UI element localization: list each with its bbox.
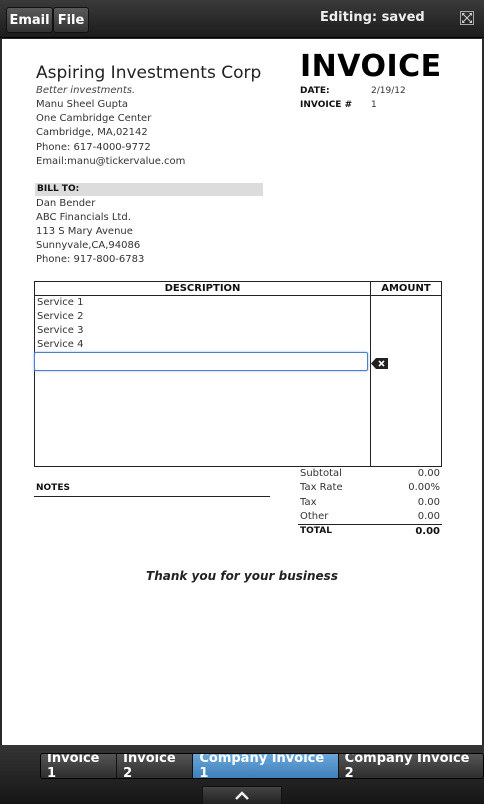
file-button[interactable]: File: [53, 7, 89, 33]
tax-rate-value[interactable]: 0.00%: [372, 482, 440, 493]
tax-value: 0.00: [417, 497, 440, 508]
expand-icon[interactable]: [460, 11, 474, 25]
description-header: DESCRIPTION: [35, 282, 370, 296]
bill-to-city[interactable]: Sunnyvale,CA,94086: [36, 240, 140, 251]
company-city[interactable]: Cambridge, MA,02142: [36, 127, 148, 138]
company-contact[interactable]: Manu Sheel Gupta: [36, 99, 128, 110]
bill-to-company[interactable]: ABC Financials Ltd.: [36, 212, 131, 223]
company-email[interactable]: Email:manu@tickervalue.com: [36, 156, 185, 167]
subtotal-label: Subtotal: [300, 468, 342, 479]
bill-to-label: BILL TO:: [35, 183, 263, 196]
table-row[interactable]: Service 3: [37, 325, 84, 336]
tab-invoice-1[interactable]: Invoice 1: [41, 754, 118, 778]
company-street[interactable]: One Cambridge Center: [36, 113, 151, 124]
drawer-handle[interactable]: [202, 786, 282, 804]
bill-to-name[interactable]: Dan Bender: [36, 198, 95, 209]
tax-label: Tax: [300, 497, 317, 508]
column-divider: [370, 296, 371, 466]
table-row[interactable]: Service 1: [37, 297, 84, 308]
table-row[interactable]: Service 2: [37, 311, 84, 322]
other-value[interactable]: 0.00: [372, 511, 440, 522]
company-name[interactable]: Aspiring Investments Corp: [36, 63, 261, 83]
delete-icon[interactable]: [371, 357, 389, 370]
tab-company-invoice-2[interactable]: Company Invoice 2: [338, 754, 483, 778]
top-toolbar: Email File Editing: saved: [0, 0, 484, 38]
bill-to-phone[interactable]: Phone: 917-800-6783: [36, 254, 144, 265]
invoice-title: INVOICE: [300, 49, 442, 84]
notes-label: NOTES: [36, 483, 70, 493]
email-button[interactable]: Email: [6, 7, 53, 33]
bill-to-street[interactable]: 113 S Mary Avenue: [36, 226, 133, 237]
description-input[interactable]: [34, 352, 368, 371]
date-label: DATE:: [300, 86, 330, 96]
invoice-page: Aspiring Investments Corp Better investm…: [2, 39, 482, 745]
line-items-table: DESCRIPTION AMOUNT Service 1 Service 2 S…: [34, 281, 442, 467]
invoice-number-label: INVOICE #: [300, 100, 353, 110]
chevron-up-icon: [235, 790, 249, 800]
tax-rate-label: Tax Rate: [300, 482, 343, 493]
company-phone[interactable]: Phone: 617-4000-9772: [36, 142, 151, 153]
other-label: Other: [300, 511, 329, 522]
date-value[interactable]: 2/19/12: [371, 86, 406, 96]
notes-divider: [34, 496, 270, 497]
bottom-bar: Invoice 1 Invoice 2 Company Invoice 1 Co…: [0, 745, 484, 804]
save-status: Editing: saved: [320, 10, 425, 25]
invoice-tabs: Invoice 1 Invoice 2 Company Invoice 1 Co…: [40, 753, 484, 779]
subtotal-value: 0.00: [417, 468, 440, 479]
company-tagline[interactable]: Better investments.: [36, 85, 135, 96]
tab-company-invoice-1[interactable]: Company Invoice 1: [193, 754, 339, 778]
tab-invoice-2[interactable]: Invoice 2: [117, 754, 194, 778]
table-row[interactable]: Service 4: [37, 339, 84, 350]
total-label: TOTAL: [300, 526, 332, 536]
invoice-number-value[interactable]: 1: [371, 100, 377, 110]
amount-header: AMOUNT: [370, 282, 441, 296]
total-value: 0.00: [415, 526, 440, 537]
thank-you-message[interactable]: Thank you for your business: [2, 569, 482, 583]
total-divider: [298, 524, 442, 525]
